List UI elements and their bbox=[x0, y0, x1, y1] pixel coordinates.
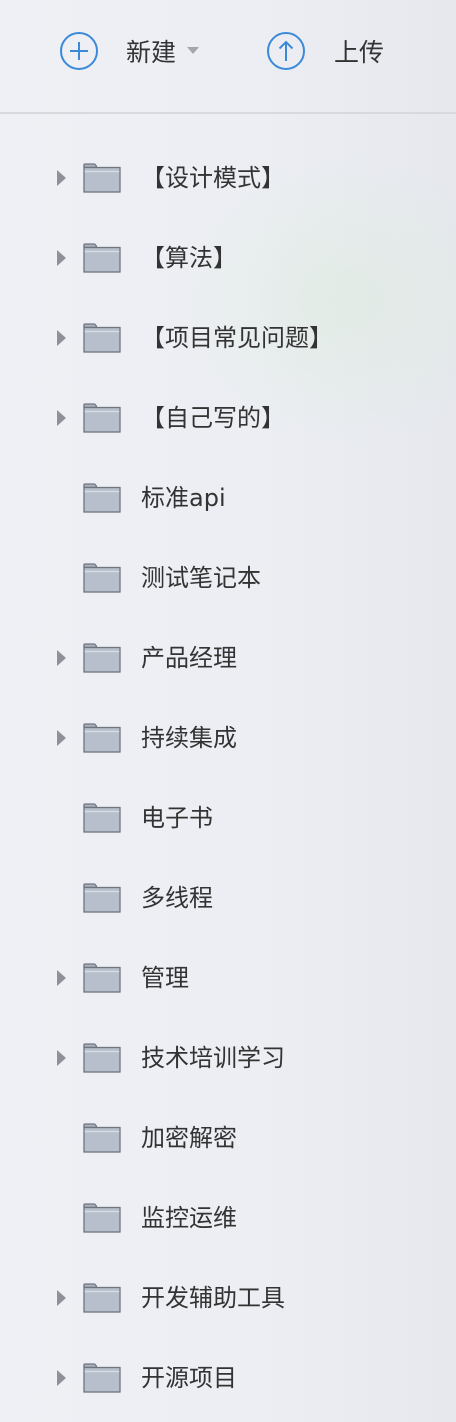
tree-item[interactable]: 监控运维 bbox=[0, 1178, 456, 1258]
tree-item-label: 管理 bbox=[141, 964, 189, 992]
tree-item[interactable]: 产品经理 bbox=[0, 618, 456, 698]
folder-icon bbox=[83, 163, 121, 193]
tree-item[interactable]: 开源项目 bbox=[0, 1338, 456, 1418]
new-button[interactable]: 新建 bbox=[59, 31, 200, 71]
expand-arrow-icon[interactable] bbox=[57, 970, 66, 986]
folder-icon bbox=[83, 1203, 121, 1233]
folder-icon bbox=[83, 403, 121, 433]
expand-arrow-icon[interactable] bbox=[57, 250, 66, 266]
caret-down-icon[interactable] bbox=[187, 47, 200, 55]
upload-button-label: 上传 bbox=[334, 38, 385, 67]
expand-arrow-icon[interactable] bbox=[57, 1050, 66, 1066]
tree-item[interactable]: 电子书 bbox=[0, 778, 456, 858]
expand-arrow-icon[interactable] bbox=[57, 730, 66, 746]
tree-item-label: 开源项目 bbox=[141, 1364, 237, 1392]
folder-icon bbox=[83, 563, 121, 593]
folder-icon bbox=[83, 963, 121, 993]
expand-arrow-icon[interactable] bbox=[57, 170, 66, 186]
tree-item-label: 【算法】 bbox=[141, 244, 237, 272]
tree-item-label: 多线程 bbox=[141, 884, 213, 912]
folder-icon bbox=[83, 883, 121, 913]
tree-item[interactable]: 【项目常见问题】 bbox=[0, 298, 456, 378]
tree-item[interactable]: 开发辅助工具 bbox=[0, 1258, 456, 1338]
folder-icon bbox=[83, 723, 121, 753]
tree-item[interactable]: 【算法】 bbox=[0, 218, 456, 298]
upload-arrow-icon bbox=[267, 32, 305, 70]
tree-item-label: 加密解密 bbox=[141, 1124, 237, 1152]
new-button-label: 新建 bbox=[126, 38, 177, 67]
tree-item[interactable]: 【自己写的】 bbox=[0, 378, 456, 458]
tree-item-label: 电子书 bbox=[141, 804, 213, 832]
expand-arrow-icon[interactable] bbox=[57, 330, 66, 346]
tree-item-label: 【项目常见问题】 bbox=[141, 324, 333, 352]
plus-circle-icon bbox=[60, 32, 98, 70]
tree-item[interactable]: 持续集成 bbox=[0, 698, 456, 778]
folder-icon bbox=[83, 1043, 121, 1073]
folder-icon bbox=[83, 1363, 121, 1393]
tree-item[interactable]: 【设计模式】 bbox=[0, 138, 456, 218]
tree-item-label: 开发辅助工具 bbox=[141, 1284, 285, 1312]
tree-item[interactable]: 多线程 bbox=[0, 858, 456, 938]
expand-arrow-icon[interactable] bbox=[57, 650, 66, 666]
folder-icon bbox=[83, 243, 121, 273]
tree-item-label: 测试笔记本 bbox=[141, 564, 261, 592]
expand-arrow-icon[interactable] bbox=[57, 1290, 66, 1306]
tree-item-label: 监控运维 bbox=[141, 1204, 237, 1232]
folder-icon bbox=[83, 1123, 121, 1153]
folder-icon bbox=[83, 483, 121, 513]
toolbar: 新建 上传 bbox=[0, 0, 456, 114]
tree-item[interactable]: 管理 bbox=[0, 938, 456, 1018]
expand-arrow-icon[interactable] bbox=[57, 1370, 66, 1386]
tree-item[interactable]: 加密解密 bbox=[0, 1098, 456, 1178]
tree-item-label: 技术培训学习 bbox=[141, 1044, 285, 1072]
tree-item-label: 标准api bbox=[141, 484, 226, 512]
tree-item[interactable]: 技术培训学习 bbox=[0, 1018, 456, 1098]
folder-icon bbox=[83, 803, 121, 833]
folder-icon bbox=[83, 1283, 121, 1313]
folder-icon bbox=[83, 643, 121, 673]
tree-item-label: 产品经理 bbox=[141, 644, 237, 672]
expand-arrow-icon[interactable] bbox=[57, 410, 66, 426]
notebook-tree: 【设计模式】 【算法】【项目常见问题】 【自己写的】 标准api 测试笔记本产品经理持续… bbox=[0, 138, 456, 1418]
tree-item-label: 【设计模式】 bbox=[141, 164, 285, 192]
tree-item-label: 持续集成 bbox=[141, 724, 237, 752]
upload-button[interactable]: 上传 bbox=[266, 31, 384, 71]
tree-item[interactable]: 测试笔记本 bbox=[0, 538, 456, 618]
folder-icon bbox=[83, 323, 121, 353]
tree-item-label: 【自己写的】 bbox=[141, 404, 285, 432]
tree-item[interactable]: 标准api bbox=[0, 458, 456, 538]
